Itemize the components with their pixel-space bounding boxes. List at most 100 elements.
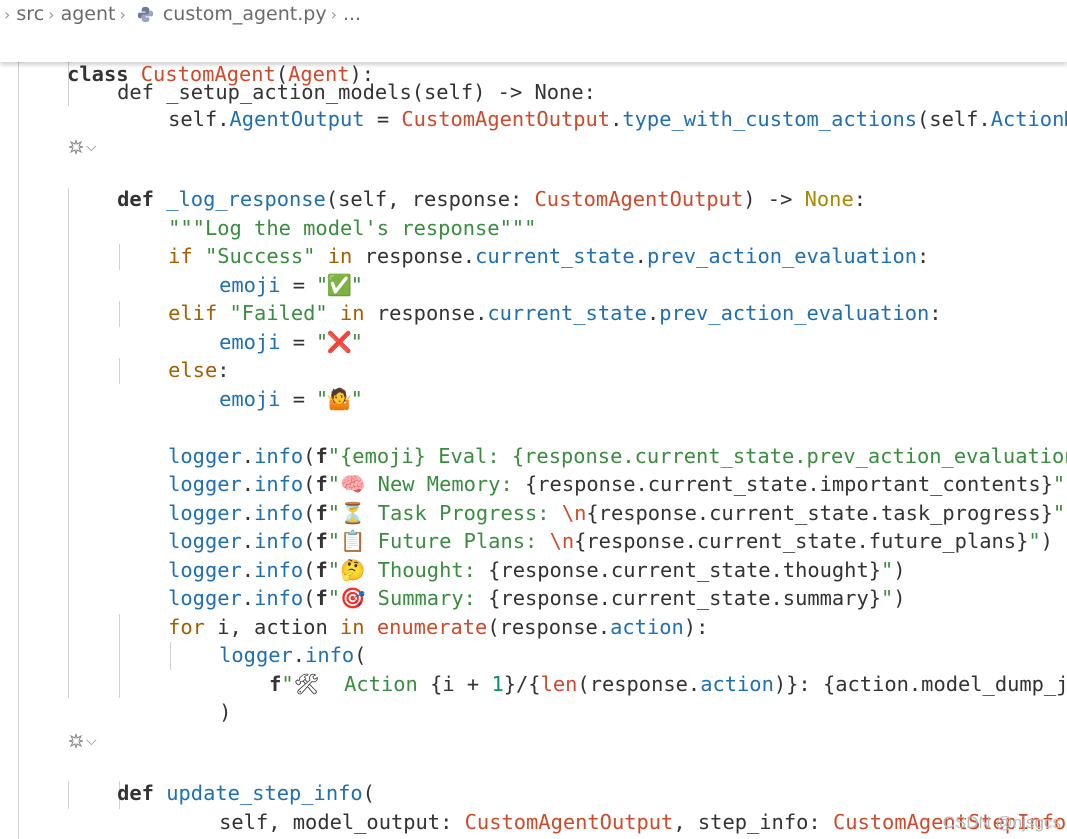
python-file-icon bbox=[137, 6, 153, 22]
token-class-keyword: class bbox=[67, 62, 129, 86]
tools-emoji: 🛠 bbox=[293, 672, 320, 696]
token-type: CustomAgentOutput bbox=[534, 187, 744, 211]
token-dot: . bbox=[634, 244, 647, 268]
token-var: emoji bbox=[219, 387, 281, 411]
code-line-emoji-check: emoji = "✅" bbox=[170, 243, 361, 297]
token-fstring: Action bbox=[319, 672, 431, 696]
sticky-scroll-header[interactable]: class CustomAgent(Agent): bbox=[0, 28, 1067, 86]
token-none: None bbox=[804, 187, 854, 211]
token-open-paren: ( bbox=[487, 615, 500, 639]
code-line-if: if "Success" in response.current_state.p… bbox=[119, 214, 929, 268]
token-string: "🤷" bbox=[317, 387, 362, 411]
token-fstring-expr: (response. bbox=[577, 672, 701, 696]
token-dot: . bbox=[462, 244, 476, 268]
token-quote: " bbox=[1052, 501, 1066, 525]
token-colon: : bbox=[917, 244, 930, 268]
watermark: CSDN @njsgcs bbox=[942, 813, 1061, 832]
code-line-log-plans: logger.info(f"📋 Future Plans: \n{respons… bbox=[119, 499, 1053, 553]
code-line-logger-call: logger.info( bbox=[170, 613, 366, 667]
token-eq: = bbox=[364, 107, 402, 131]
code-line-log-eval: logger.info(f"{emoji} Eval: {response.cu… bbox=[119, 414, 1067, 468]
token-attr: action bbox=[700, 672, 774, 696]
token-dot: . bbox=[217, 107, 230, 131]
token-attr: AgentOutput bbox=[229, 107, 365, 131]
token-method: type_with_custom_actions bbox=[622, 107, 918, 131]
code-line-update-def: def update_step_info( bbox=[68, 751, 375, 805]
token-self: self bbox=[168, 107, 218, 131]
token-response: response bbox=[376, 301, 476, 325]
token-params: , step_info: bbox=[673, 810, 833, 834]
token-attr: action bbox=[610, 615, 684, 639]
token-number: 1 bbox=[491, 672, 504, 696]
token-response: response bbox=[364, 244, 463, 268]
token-fstring-expr: )}: {action.model_dump_jso bbox=[773, 672, 1067, 696]
code-line-emoji-cross: emoji = "❌" bbox=[170, 300, 361, 354]
token-colon: : bbox=[929, 301, 942, 325]
token-string: "❌" bbox=[317, 330, 362, 354]
code-line-emoji-shrug: emoji = "🤷" bbox=[170, 357, 361, 411]
token-response: response bbox=[499, 615, 598, 639]
code-line-else: else: bbox=[119, 328, 229, 382]
token-close-paren: ): bbox=[349, 62, 375, 86]
chevron-down-icon: ⌵ bbox=[86, 139, 97, 155]
token-close-paren: ) bbox=[219, 700, 232, 724]
code-line-log-response-def: def _log_response(self, response: Custom… bbox=[68, 157, 866, 211]
token-fstring-expr: }/{ bbox=[503, 672, 541, 696]
token-type: CustomAgentOutput bbox=[464, 810, 674, 834]
token-attr: prev_action_evaluation bbox=[659, 301, 930, 325]
ai-action-icon[interactable]: ⌵ bbox=[68, 137, 102, 157]
token-attr: prev_action_evaluation bbox=[646, 244, 918, 268]
token-def: def bbox=[117, 781, 154, 805]
token-attr: ActionMo bbox=[990, 107, 1067, 131]
token-arrow: ) -> bbox=[743, 187, 805, 211]
breadcrumb-item-symbol[interactable]: ... bbox=[343, 3, 361, 25]
chevron-right-icon: › bbox=[119, 4, 126, 24]
sticky-class-line[interactable]: class CustomAgent(Agent): bbox=[18, 32, 374, 86]
token-dot: . bbox=[475, 301, 488, 325]
chevron-right-icon: › bbox=[330, 4, 337, 24]
breadcrumb-item-file[interactable]: custom_agent.py bbox=[163, 3, 327, 25]
token-fstring-expr: {i + bbox=[430, 672, 492, 696]
token-builtin: enumerate bbox=[376, 615, 488, 639]
token-open-paren: ( bbox=[275, 62, 289, 86]
token-base-class: Agent bbox=[288, 62, 350, 86]
token-dot: . bbox=[597, 615, 611, 639]
code-line-log-memory: logger.info(f"🧠 New Memory: {response.cu… bbox=[119, 442, 1067, 496]
sparkle-gear-icon bbox=[68, 139, 84, 155]
token-eq: = bbox=[280, 387, 318, 411]
token-attr: current_state bbox=[487, 301, 647, 325]
token-fstring-prefix: f bbox=[269, 672, 282, 696]
breadcrumb-item-src[interactable]: src bbox=[16, 3, 44, 25]
token-attr: current_state bbox=[475, 244, 635, 268]
token-close-paren: ) bbox=[893, 586, 906, 610]
token-quote: " bbox=[881, 586, 894, 610]
code-line-for: for i, action in enumerate(response.acti… bbox=[119, 585, 708, 639]
chevron-down-icon: ⌵ bbox=[86, 733, 97, 749]
breadcrumb-item-agent[interactable]: agent bbox=[61, 3, 116, 25]
code-line-update-close: ): bbox=[68, 808, 142, 839]
token-colon: : bbox=[853, 187, 867, 211]
code-line-action-fstring: f"🛠 Action {i + 1}/{len(response.action)… bbox=[220, 642, 1067, 696]
indent-guide bbox=[68, 188, 69, 698]
code-line-close-paren: ) bbox=[170, 670, 231, 724]
token-class-name: CustomAgent bbox=[140, 62, 276, 86]
sparkle-gear-icon bbox=[68, 733, 84, 749]
code-editor[interactable]: def _setup_action_models(self) -> None: … bbox=[0, 0, 1067, 839]
token-params: self, model_output: bbox=[219, 810, 465, 834]
code-line-log-thought: logger.info(f"🤔 Thought: {response.curre… bbox=[119, 528, 905, 582]
token-dot: . bbox=[646, 301, 660, 325]
token-dot: . bbox=[610, 107, 623, 131]
token-builtin: len bbox=[540, 672, 578, 696]
code-line-docstring: """Log the model's response""" bbox=[119, 186, 536, 240]
token-close-paren: ): bbox=[683, 615, 709, 639]
ai-action-icon[interactable]: ⌵ bbox=[68, 731, 102, 751]
token-class: CustomAgentOutput bbox=[401, 107, 611, 131]
code-line-log-summary: logger.info(f"🎯 Summary: {response.curre… bbox=[119, 556, 905, 610]
chevron-right-icon: › bbox=[48, 4, 55, 24]
code-line-update-params: self, model_output: CustomAgentOutput, s… bbox=[170, 780, 1067, 834]
chevron-right-icon: › bbox=[4, 4, 11, 24]
token-quote: " bbox=[281, 672, 294, 696]
